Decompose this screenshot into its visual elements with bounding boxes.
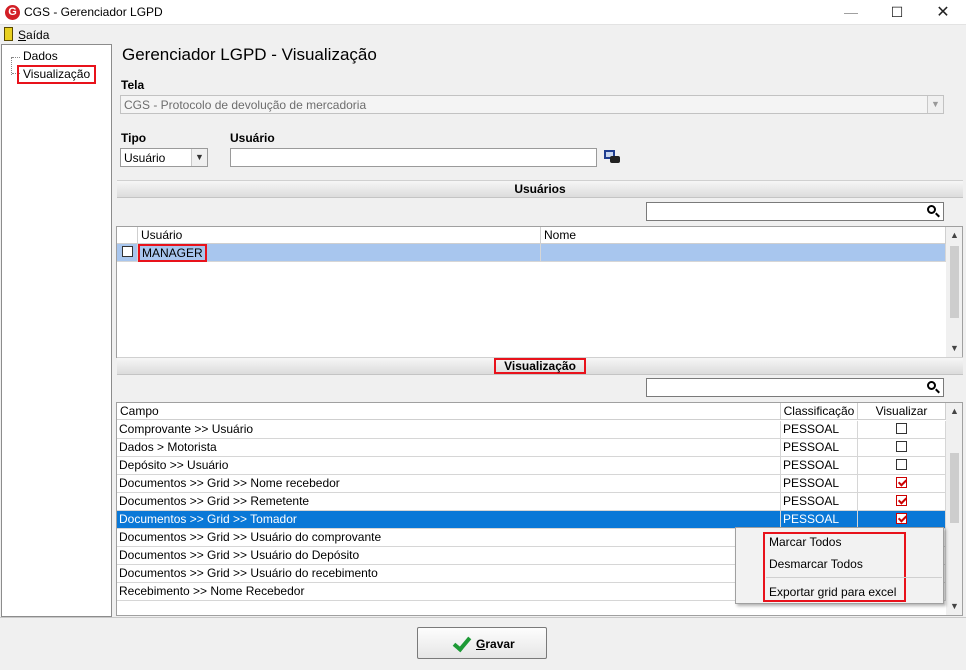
menu-item-exportar-excel[interactable]: Exportar grid para excel: [769, 585, 896, 599]
title-bar: G CGS - Gerenciador LGPD — ☐ ✕: [0, 0, 966, 25]
binoculars-icon: [610, 156, 620, 163]
table-row[interactable]: Dados > Motorista PESSOAL: [117, 439, 946, 457]
users-grid-scrollbar[interactable]: ▲ ▼: [946, 227, 962, 357]
maximize-button[interactable]: ☐: [874, 0, 920, 25]
minimize-button[interactable]: —: [828, 0, 874, 25]
search-icon[interactable]: [927, 205, 940, 218]
usuario-label: Usuário: [230, 131, 275, 145]
view-cell-campo: Documentos >> Grid >> Usuário do recebim…: [117, 565, 781, 583]
menu-item-desmarcar-todos[interactable]: Desmarcar Todos: [769, 557, 863, 571]
scroll-thumb[interactable]: [950, 453, 959, 523]
users-cell-usuario: MANAGER: [138, 244, 541, 262]
view-col-classificacao[interactable]: Classificação: [781, 403, 858, 420]
users-grid-header-select: [117, 227, 138, 244]
view-cell-visualizar: [858, 475, 946, 493]
scroll-up-icon[interactable]: ▲: [946, 403, 962, 420]
view-search-input[interactable]: [646, 378, 944, 397]
view-cell-campo: Dados > Motorista: [117, 439, 781, 457]
scroll-thumb[interactable]: [950, 246, 959, 318]
table-row[interactable]: Documentos >> Grid >> Remetente PESSOAL: [117, 493, 946, 511]
scroll-down-icon[interactable]: ▼: [946, 598, 962, 615]
visualizar-checkbox[interactable]: [896, 459, 907, 471]
tela-select-value: CGS - Protocolo de devolução de mercador…: [124, 98, 367, 112]
search-icon[interactable]: [927, 381, 940, 394]
view-grid-header: Campo Classificação Visualizar: [117, 403, 946, 420]
app-logo-icon: G: [5, 5, 20, 20]
table-row[interactable]: MANAGER: [117, 244, 946, 262]
menu-exit-label: Saída: [18, 28, 50, 42]
users-grid: Usuário Nome MANAGER ▲ ▼: [116, 226, 963, 358]
visualizar-checkbox[interactable]: [896, 495, 907, 507]
view-cell-campo: Comprovante >> Usuário: [117, 421, 781, 439]
users-col-usuario[interactable]: Usuário: [138, 227, 541, 244]
view-section-header: Visualização: [117, 357, 963, 375]
context-menu: Marcar Todos Desmarcar Todos Exportar gr…: [735, 527, 944, 604]
users-grid-header: Usuário Nome: [117, 227, 946, 244]
view-section-title: Visualização: [494, 358, 586, 374]
users-search-input[interactable]: [646, 202, 944, 221]
tree-connector: [12, 57, 20, 58]
view-cell-visualizar: [858, 439, 946, 457]
usuario-input[interactable]: [230, 148, 597, 167]
users-section-header: Usuários: [117, 180, 963, 198]
tipo-label: Tipo: [121, 131, 147, 145]
view-cell-classificacao: PESSOAL: [781, 421, 858, 439]
menu-separator: [766, 577, 942, 578]
chevron-down-icon[interactable]: ▼: [191, 149, 207, 166]
tela-select: CGS - Protocolo de devolução de mercador…: [120, 95, 944, 114]
scroll-down-icon[interactable]: ▼: [946, 340, 962, 357]
view-cell-classificacao: PESSOAL: [781, 457, 858, 475]
tree-item-dados[interactable]: Dados: [23, 49, 58, 63]
chevron-down-icon: ▼: [927, 96, 943, 113]
visualizar-checkbox[interactable]: [896, 477, 907, 489]
save-button-label: Gravar: [476, 637, 515, 651]
view-cell-visualizar: [858, 493, 946, 511]
view-cell-visualizar: [858, 457, 946, 475]
view-cell-campo: Recebimento >> Nome Recebedor: [117, 583, 781, 601]
users-cell-nome: [541, 244, 946, 262]
table-row[interactable]: Depósito >> Usuário PESSOAL: [117, 457, 946, 475]
view-cell-campo: Documentos >> Grid >> Nome recebedor: [117, 475, 781, 493]
users-cell-usuario-value: MANAGER: [138, 244, 207, 262]
view-cell-campo: Depósito >> Usuário: [117, 457, 781, 475]
view-col-campo[interactable]: Campo: [117, 403, 781, 420]
view-cell-campo: Documentos >> Grid >> Tomador: [117, 511, 781, 529]
view-cell-campo: Documentos >> Grid >> Usuário do comprov…: [117, 529, 781, 547]
menu-item-marcar-todos[interactable]: Marcar Todos: [769, 535, 841, 549]
tipo-select[interactable]: Usuário ▼: [120, 148, 208, 167]
view-cell-classificacao: PESSOAL: [781, 439, 858, 457]
exit-door-icon: [4, 27, 13, 41]
close-button[interactable]: ✕: [920, 0, 966, 25]
view-cell-classificacao: PESSOAL: [781, 475, 858, 493]
row-checkbox-cell: [117, 244, 138, 262]
tela-label: Tela: [121, 78, 145, 92]
table-row[interactable]: Documentos >> Grid >> Nome recebedor PES…: [117, 475, 946, 493]
view-cell-campo: Documentos >> Grid >> Usuário do Depósit…: [117, 547, 781, 565]
view-cell-classificacao: PESSOAL: [781, 493, 858, 511]
menu-bar: Saída: [0, 25, 966, 44]
view-col-visualizar[interactable]: Visualizar: [858, 403, 946, 420]
visualizar-checkbox[interactable]: [896, 513, 907, 525]
page-title: Gerenciador LGPD - Visualização: [122, 45, 377, 64]
checkmark-icon: [452, 635, 470, 651]
view-cell-campo: Documentos >> Grid >> Remetente: [117, 493, 781, 511]
tipo-select-value: Usuário: [124, 151, 166, 165]
row-checkbox[interactable]: [121, 246, 133, 258]
window-title: CGS - Gerenciador LGPD: [24, 5, 163, 19]
nav-tree: Dados Visualização: [1, 44, 112, 617]
users-col-nome[interactable]: Nome: [541, 227, 946, 244]
scroll-up-icon[interactable]: ▲: [946, 227, 962, 244]
view-grid-scrollbar[interactable]: ▲ ▼: [946, 403, 962, 615]
visualizar-checkbox[interactable]: [896, 423, 907, 435]
visualizar-checkbox[interactable]: [896, 441, 907, 453]
lookup-search-button[interactable]: [604, 150, 620, 164]
users-section-title: Usuários: [514, 182, 566, 196]
table-row[interactable]: Comprovante >> Usuário PESSOAL: [117, 421, 946, 439]
tree-item-visualizacao[interactable]: Visualização: [17, 65, 97, 84]
view-cell-visualizar: [858, 421, 946, 439]
save-button[interactable]: Gravar: [417, 627, 547, 659]
